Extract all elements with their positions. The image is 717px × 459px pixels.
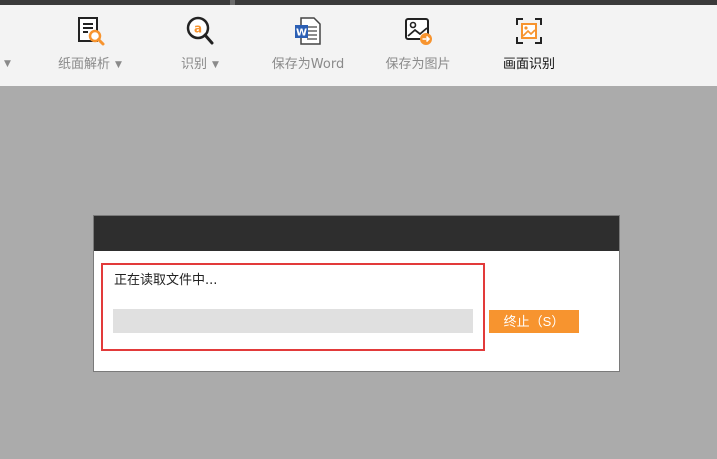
toolbar-button-screen-recognize[interactable]: 画面识别 bbox=[494, 5, 564, 86]
toolbar-button-recognize[interactable]: a 识别 ▼ bbox=[170, 5, 230, 86]
toolbar: ▼ 纸面解析 ▼ a 识别 ▼ W 保存为Word 保存为图片 画面识别 bbox=[0, 5, 717, 86]
toolbar-button-save-image[interactable]: 保存为图片 bbox=[376, 5, 460, 86]
toolbar-label-screen-recognize: 画面识别 bbox=[502, 57, 555, 72]
stop-button[interactable]: 终止（S） bbox=[489, 310, 579, 333]
recognize-magnifier-icon: a bbox=[186, 16, 214, 45]
toolbar-label-save-image: 保存为图片 bbox=[385, 57, 451, 72]
chevron-down-icon[interactable]: ▼ bbox=[4, 59, 11, 69]
svg-text:a: a bbox=[194, 22, 202, 36]
progress-dialog: 正在读取文件中... 终止（S） bbox=[93, 215, 620, 372]
status-text: 正在读取文件中... bbox=[114, 273, 218, 288]
screen-capture-icon bbox=[516, 18, 542, 44]
toolbar-button-paper-analysis[interactable]: 纸面解析 ▼ bbox=[50, 5, 130, 86]
toolbar-label-recognize: 识别 ▼ bbox=[181, 57, 219, 72]
save-image-icon bbox=[405, 18, 432, 45]
dialog-titlebar[interactable] bbox=[94, 216, 619, 251]
toolbar-label-save-word: 保存为Word bbox=[271, 57, 345, 72]
word-document-icon: W bbox=[295, 17, 321, 45]
progress-bar bbox=[113, 309, 473, 333]
paper-scan-icon bbox=[78, 17, 105, 46]
svg-text:W: W bbox=[296, 28, 307, 39]
app-window: ▼ 纸面解析 ▼ a 识别 ▼ W 保存为Word 保存为图片 画面识别 正在读… bbox=[0, 0, 717, 459]
toolbar-button-save-word[interactable]: W 保存为Word bbox=[262, 5, 354, 86]
chevron-down-icon: ▼ bbox=[212, 60, 219, 70]
toolbar-label-paper-analysis: 纸面解析 ▼ bbox=[58, 57, 122, 72]
chevron-down-icon: ▼ bbox=[115, 60, 122, 70]
